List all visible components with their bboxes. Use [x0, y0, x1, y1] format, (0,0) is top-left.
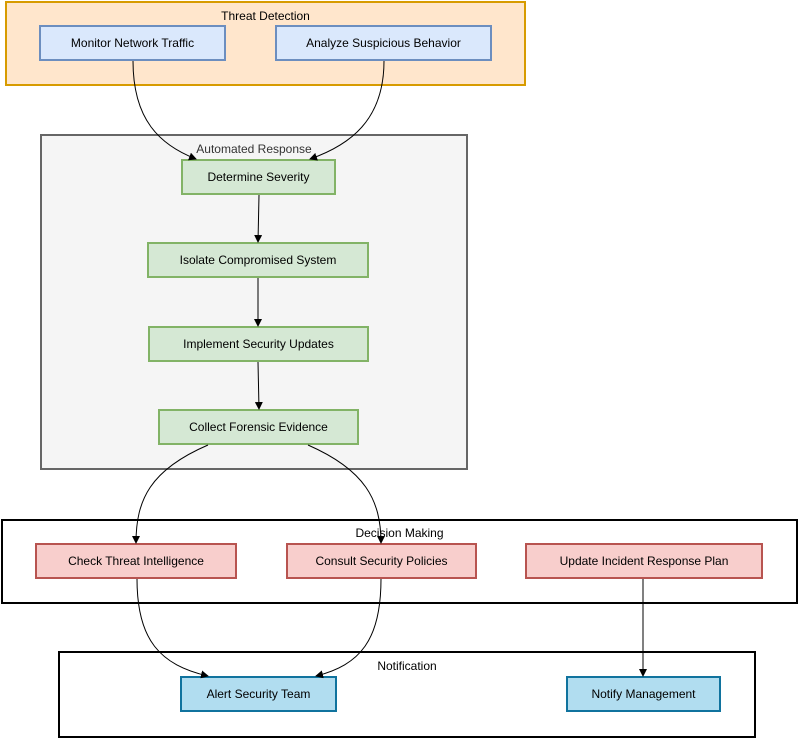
- group-label-threat-detection: Threat Detection: [221, 9, 310, 23]
- node-consult-security-policies[interactable]: Consult Security Policies: [286, 543, 477, 579]
- node-check-threat-intelligence[interactable]: Check Threat Intelligence: [35, 543, 237, 579]
- node-isolate-compromised-system[interactable]: Isolate Compromised System: [147, 242, 369, 278]
- group-label-decision-making: Decision Making: [355, 526, 444, 540]
- node-monitor-network-traffic[interactable]: Monitor Network Traffic: [39, 25, 226, 61]
- node-alert-security-team[interactable]: Alert Security Team: [180, 676, 337, 712]
- node-implement-security-updates[interactable]: Implement Security Updates: [148, 326, 369, 362]
- node-collect-forensic-evidence[interactable]: Collect Forensic Evidence: [158, 409, 359, 445]
- node-update-incident-response-plan[interactable]: Update Incident Response Plan: [525, 543, 763, 579]
- node-analyze-suspicious-behavior[interactable]: Analyze Suspicious Behavior: [275, 25, 492, 61]
- group-label-automated-response: Automated Response: [196, 142, 312, 156]
- node-notify-management[interactable]: Notify Management: [566, 676, 721, 712]
- group-label-notification: Notification: [377, 659, 437, 673]
- node-determine-severity[interactable]: Determine Severity: [181, 159, 336, 195]
